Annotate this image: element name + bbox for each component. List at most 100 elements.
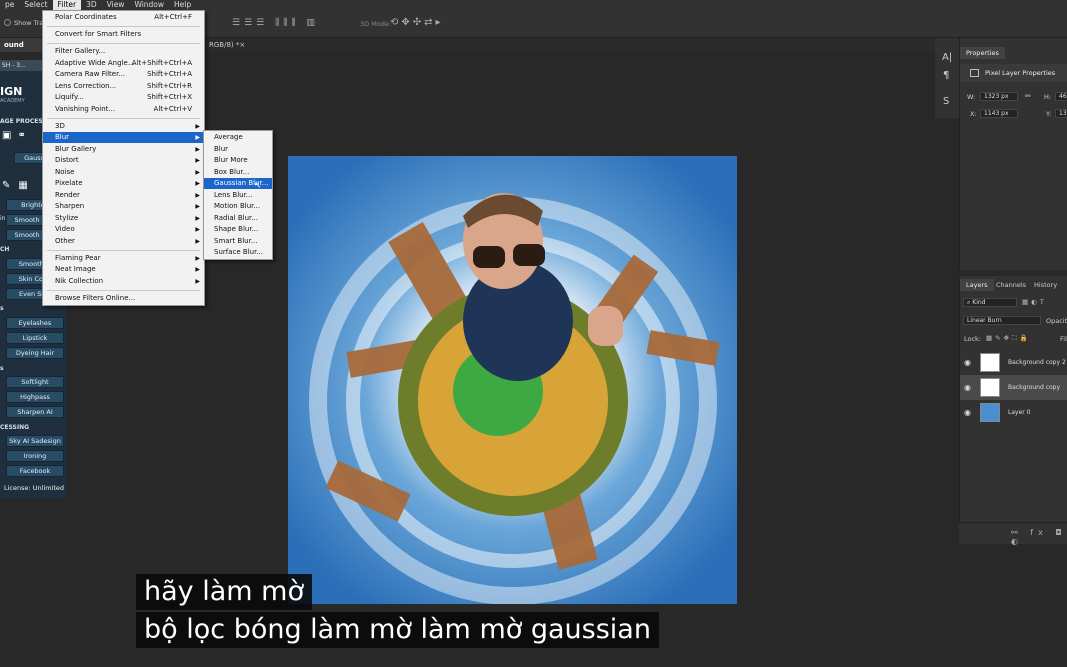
blur-item-blur-more[interactable]: Blur More [204, 155, 272, 166]
layer-kind-filter[interactable]: ⌕ Kind [963, 298, 1017, 307]
blur-item-box-blur[interactable]: Box Blur... [204, 167, 272, 178]
link-icon[interactable]: ⚯ [1025, 92, 1030, 100]
menu-type[interactable]: pe [0, 0, 19, 10]
plugin-tab[interactable]: SH - 3... [0, 60, 46, 71]
menu-view[interactable]: View [102, 0, 130, 10]
menu-item-polar-coordinates[interactable]: Polar Coordinates Alt+Ctrl+F [43, 12, 204, 23]
menu-item-3d[interactable]: 3D ▶ [43, 121, 204, 132]
tab-rgb8[interactable]: RGB/8) *× [205, 38, 249, 52]
menu-item-distort[interactable]: Distort ▶ [43, 155, 204, 166]
brush-grid-icons[interactable]: ✎▦ [2, 180, 36, 191]
visibility-eye-icon[interactable]: ◉ [964, 400, 971, 425]
plugin-tool-icons[interactable]: ▣⚭ [2, 130, 32, 141]
x-field[interactable]: 1143 px [980, 109, 1018, 118]
menu-item-blur-gallery[interactable]: Blur Gallery ▶ [43, 144, 204, 155]
tab-close-icon[interactable]: × [239, 41, 245, 49]
menu-help[interactable]: Help [169, 0, 196, 10]
properties-title[interactable]: Properties [960, 47, 1005, 59]
sky-ai-button[interactable]: Sky AI Sadesign [6, 435, 64, 447]
blend-mode-select[interactable]: Linear Burn [963, 316, 1041, 325]
menu-item-neat-image[interactable]: Neat Image ▶ [43, 264, 204, 275]
menu-item-sharpen[interactable]: Sharpen ▶ [43, 201, 204, 212]
menu-item-label: Convert for Smart Filters [55, 30, 142, 38]
ironing-button[interactable]: Ironing [6, 450, 64, 462]
menu-item-convert-smart-filters[interactable]: Convert for Smart Filters [43, 29, 204, 40]
tab-history[interactable]: History [1034, 281, 1057, 289]
layer-action-icons[interactable]: ⚯ fx ◘ ◐ [1011, 528, 1067, 546]
show-transform-label: Show Tra [14, 19, 44, 27]
width-field[interactable]: 1323 px [980, 92, 1018, 101]
sharpen-ai-button[interactable]: Sharpen AI [6, 406, 64, 418]
tab-layers[interactable]: Layers [960, 279, 994, 291]
layer-filter-icons[interactable]: ▦◐T [1022, 298, 1047, 306]
blur-item-shape-blur[interactable]: Shape Blur... [204, 224, 272, 235]
blur-item-surface-blur[interactable]: Surface Blur... [204, 247, 272, 258]
menu-item-vanishing-point[interactable]: Vanishing Point... Alt+Ctrl+V [43, 104, 204, 115]
menu-item-render[interactable]: Render ▶ [43, 190, 204, 201]
menu-item-label: Camera Raw Filter... [55, 70, 126, 78]
menu-filter[interactable]: Filter [52, 0, 82, 10]
height-label: H: [1044, 93, 1052, 101]
menu-item-flaming-pear[interactable]: Flaming Pear ▶ [43, 253, 204, 264]
layer-row[interactable]: ◉ Layer 0 [960, 400, 1067, 425]
menu-window[interactable]: Window [129, 0, 169, 10]
visibility-eye-icon[interactable]: ◉ [964, 375, 971, 400]
menu-item-label: Flaming Pear [55, 254, 101, 262]
video-subtitles: hãy làm mờ bộ lọc bóng làm mờ làm mờ gau… [0, 572, 1067, 667]
blur-item-smart-blur[interactable]: Smart Blur... [204, 236, 272, 247]
lock-label: Lock: [964, 335, 982, 343]
highpass-button[interactable]: Highpass [6, 391, 64, 403]
3d-mode-icons[interactable]: ⟲✥✣⇄▸ [390, 17, 444, 28]
softlight-button[interactable]: Softlight [6, 376, 64, 388]
blur-item-average[interactable]: Average [204, 132, 272, 143]
eyelashes-button[interactable]: Eyelashes [6, 317, 64, 329]
panel-tool-strip: A| ¶ S [935, 38, 959, 118]
menu-item-other[interactable]: Other ▶ [43, 236, 204, 247]
menu-item-pixelate[interactable]: Pixelate ▶ [43, 178, 204, 189]
menu-item-stylize[interactable]: Stylize ▶ [43, 213, 204, 224]
blur-item-blur[interactable]: Blur [204, 144, 272, 155]
layer-kind-label: Kind [972, 299, 986, 306]
menu-item-blur[interactable]: Blur ▶ [43, 132, 204, 143]
layers-bottom-bar: ⚯ fx ◘ ◐ [959, 522, 1067, 546]
menu-item-video[interactable]: Video ▶ [43, 224, 204, 235]
menu-item-label: Blur Gallery [55, 145, 97, 153]
facebook-button[interactable]: Facebook [6, 465, 64, 477]
menu-item-filter-gallery[interactable]: Filter Gallery... [43, 46, 204, 57]
blur-item-lens-blur[interactable]: Lens Blur... [204, 190, 272, 201]
align-icons[interactable]: ☰☰☰ ⫼⫼⫼ ▥ [232, 18, 319, 28]
menu-item-noise[interactable]: Noise ▶ [43, 167, 204, 178]
blur-item-radial-blur[interactable]: Radial Blur... [204, 213, 272, 224]
menu-item-label: Filter Gallery... [55, 47, 106, 55]
y-field[interactable]: 132 [1055, 109, 1067, 118]
lipstick-button[interactable]: Lipstick [6, 332, 64, 344]
tab-background-copy[interactable]: ound copy, RGB [0, 38, 44, 77]
menu-item-camera-raw[interactable]: Camera Raw Filter... Shift+Ctrl+A [43, 69, 204, 80]
menu-item-liquify[interactable]: Liquify... Shift+Ctrl+X [43, 92, 204, 103]
plugin-panel-icon[interactable]: S [943, 96, 949, 107]
layer-row[interactable]: ◉ Background copy 2 [960, 350, 1067, 375]
layer-name: Background copy [1008, 384, 1061, 391]
lock-icons[interactable]: ▦✎✥⛶🔒 [986, 334, 1031, 343]
filter-menu: Polar Coordinates Alt+Ctrl+F Convert for … [42, 10, 205, 306]
dyeing-hair-button[interactable]: Dyeing Hair [6, 347, 64, 359]
menu-item-shortcut: Shift+Ctrl+X [147, 93, 192, 101]
section-fragment-2: s [0, 365, 4, 372]
show-transform-checkbox[interactable] [4, 19, 11, 26]
menu-item-label: 3D [55, 122, 65, 130]
menu-select[interactable]: Select [19, 0, 52, 10]
layer-row[interactable]: ◉ Background copy [960, 375, 1067, 400]
blur-item-gaussian-blur[interactable]: Gaussian Blur... [204, 178, 272, 189]
blur-item-motion-blur[interactable]: Motion Blur... [204, 201, 272, 212]
menu-item-adaptive-wide-angle[interactable]: Adaptive Wide Angle... Alt+Shift+Ctrl+A [43, 58, 204, 69]
visibility-eye-icon[interactable]: ◉ [964, 350, 971, 375]
height-field[interactable]: 469 [1055, 92, 1067, 101]
paragraph-panel-icon[interactable]: ¶ [943, 70, 949, 81]
menu-item-browse-filters[interactable]: Browse Filters Online... [43, 293, 204, 304]
character-panel-icon[interactable]: A| [942, 52, 952, 63]
menu-3d[interactable]: 3D [81, 0, 102, 10]
tiny-planet-photo[interactable] [288, 156, 737, 604]
menu-item-nik-collection[interactable]: Nik Collection ▶ [43, 276, 204, 287]
menu-item-lens-correction[interactable]: Lens Correction... Shift+Ctrl+R [43, 81, 204, 92]
tab-channels[interactable]: Channels [996, 281, 1026, 289]
